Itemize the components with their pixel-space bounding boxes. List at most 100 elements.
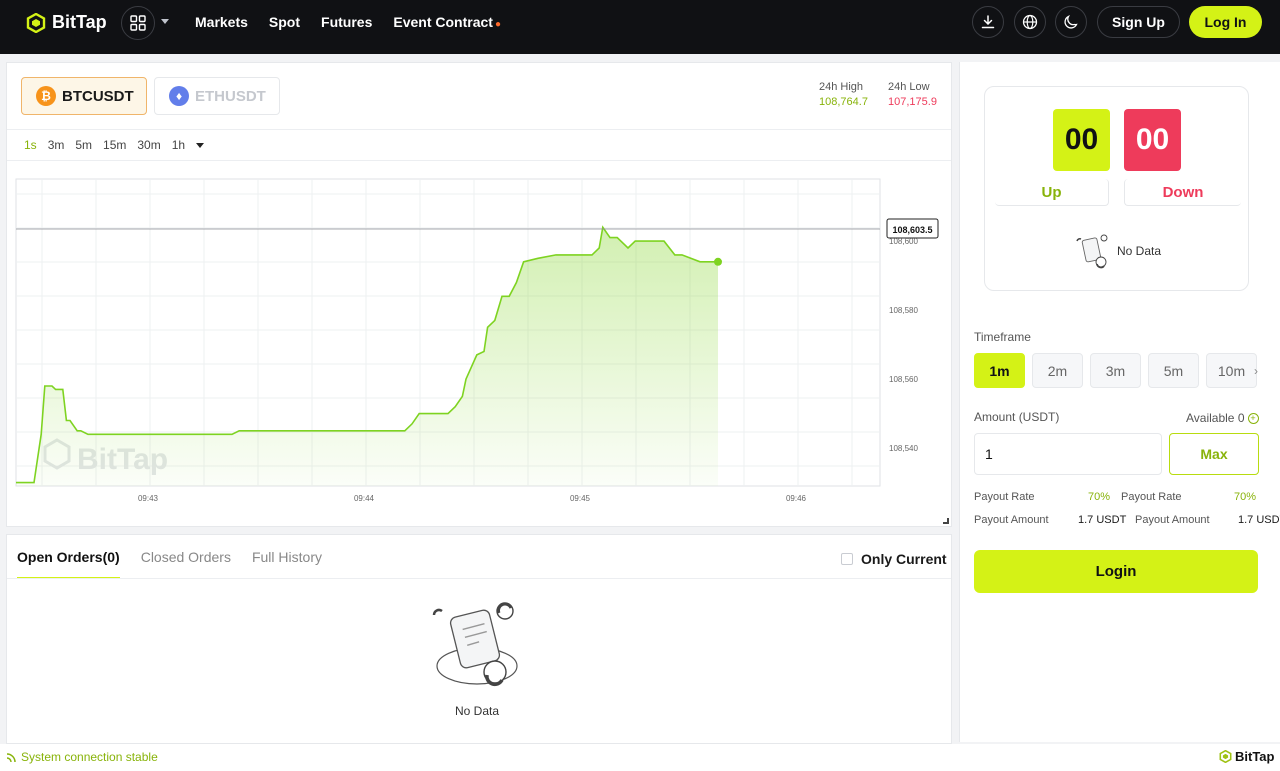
interval-15m[interactable]: 15m	[103, 138, 126, 152]
sentiment-empty-state: No Data	[1075, 233, 1161, 269]
max-button[interactable]: Max	[1169, 433, 1259, 475]
footer: System connection stable BitTap	[0, 744, 1280, 771]
bitcoin-icon: ₿	[36, 86, 56, 106]
download-icon	[981, 15, 995, 29]
tab-closed-orders[interactable]: Closed Orders	[141, 549, 231, 579]
pair-symbol: BTCUSDT	[62, 87, 134, 105]
current-price-label: 108,603.5	[892, 225, 932, 235]
apps-grid-icon	[130, 15, 146, 31]
chart-panel: ₿ BTCUSDT ♦ ETHUSDT 24h High 108,764.7 2…	[6, 62, 952, 527]
down-count: 00	[1124, 109, 1181, 171]
y-tick-label: 108,580	[889, 306, 918, 315]
only-current-label: Only Current	[861, 551, 947, 567]
nav-spot[interactable]: Spot	[269, 14, 300, 30]
footer-brand: BitTap	[1219, 749, 1274, 764]
high-24h-value: 108,764.7	[819, 96, 868, 108]
connection-status: System connection stable	[6, 750, 158, 764]
up-count: 00	[1053, 109, 1110, 171]
divider	[7, 578, 951, 579]
apps-menu-button[interactable]	[121, 6, 155, 40]
moon-icon	[1064, 15, 1078, 29]
low-24h-label: 24h Low	[888, 81, 930, 93]
price-chart[interactable]: BitTap108,603.5108,600108,580108,560108,…	[7, 163, 951, 508]
y-tick-label: 108,560	[889, 375, 918, 384]
orders-panel: Open Orders(0) Closed Orders Full Histor…	[6, 534, 952, 744]
theme-toggle-button[interactable]	[1055, 6, 1087, 38]
language-button[interactable]	[1014, 6, 1046, 38]
timeframe-selector: 1m 2m 3m 5m 10m	[974, 353, 1257, 388]
log-in-button[interactable]: Log In	[1189, 6, 1262, 38]
current-price-dot	[714, 257, 722, 266]
main-nav: Markets Spot Futures Event Contract ●	[195, 14, 501, 30]
flame-icon: ●	[494, 19, 501, 30]
nav-event-contract-label: Event Contract	[393, 14, 493, 30]
amount-input[interactable]	[974, 433, 1162, 475]
order-tabs: Open Orders(0) Closed Orders Full Histor…	[17, 549, 322, 579]
orders-empty-text: No Data	[454, 704, 500, 718]
only-current-checkbox[interactable]	[841, 553, 853, 565]
timeframe-3m[interactable]: 3m	[1090, 353, 1141, 388]
payout-amount-down-label: Payout Amount	[1135, 514, 1210, 526]
sign-up-button[interactable]: Sign Up	[1097, 6, 1180, 38]
orders-empty-state: No Data	[427, 601, 527, 718]
interval-3m[interactable]: 3m	[48, 138, 65, 152]
high-24h: 24h High 108,764.7	[819, 81, 868, 108]
x-tick-label: 09:43	[138, 494, 159, 503]
empty-document-icon	[432, 602, 518, 687]
up-label: Up	[995, 179, 1109, 206]
timeframe-2m[interactable]: 2m	[1032, 353, 1083, 388]
pair-tab-btcusdt[interactable]: ₿ BTCUSDT	[21, 77, 147, 115]
amount-label: Amount (USDT)	[974, 410, 1060, 424]
nav-event-contract[interactable]: Event Contract ●	[393, 14, 501, 30]
add-funds-icon[interactable]: +	[1247, 412, 1259, 424]
contract-panel: 00 00 Up Down No Data Timeframe 1m 2m 3m…	[959, 62, 1280, 742]
payout-amount-down-value: 1.7 USDT	[1238, 514, 1280, 526]
timeframe-1m[interactable]: 1m	[974, 353, 1025, 388]
interval-1h[interactable]: 1h	[172, 138, 185, 152]
sentiment-empty-text: No Data	[1117, 244, 1162, 258]
divider	[7, 129, 951, 130]
x-tick-label: 09:44	[354, 494, 375, 503]
x-tick-label: 09:45	[570, 494, 591, 503]
ethereum-icon: ♦	[169, 86, 189, 106]
contract-login-button[interactable]: Login	[974, 550, 1258, 593]
tab-full-history[interactable]: Full History	[252, 549, 322, 579]
connection-status-text: System connection stable	[21, 750, 158, 764]
sentiment-card: 00 00 Up Down No Data	[984, 86, 1249, 291]
divider	[7, 160, 951, 161]
y-tick-label: 108,540	[889, 444, 918, 453]
pair-tab-ethusdt[interactable]: ♦ ETHUSDT	[154, 77, 280, 115]
download-button[interactable]	[972, 6, 1004, 38]
payout-rate-up-value: 70%	[1088, 491, 1111, 503]
y-tick-label: 108,600	[889, 237, 918, 246]
bittap-logo-icon	[26, 12, 46, 33]
chevron-right-icon[interactable]: ›	[1254, 364, 1258, 378]
high-24h-label: 24h High	[819, 81, 864, 93]
apps-caret-down-icon[interactable]	[161, 19, 169, 24]
only-current-toggle[interactable]: Only Current	[841, 551, 947, 567]
bittap-logo-icon	[1219, 750, 1232, 763]
chart-resize-handle[interactable]	[943, 518, 949, 524]
interval-more-caret-icon[interactable]	[196, 143, 205, 148]
tab-open-orders[interactable]: Open Orders(0)	[17, 549, 120, 579]
brand-logo[interactable]: BitTap	[26, 12, 107, 33]
globe-icon	[1022, 14, 1038, 30]
available-balance: Available 0 +	[1186, 411, 1259, 425]
interval-30m[interactable]: 30m	[137, 138, 160, 152]
footer-brand-name: BitTap	[1235, 749, 1275, 764]
brand-name: BitTap	[52, 12, 107, 32]
interval-selector: 1s 3m 5m 15m 30m 1h	[24, 138, 205, 152]
payout-rate-up-label: Payout Rate	[974, 491, 1035, 503]
timeframe-5m[interactable]: 5m	[1148, 353, 1199, 388]
nav-markets[interactable]: Markets	[195, 14, 248, 30]
timeframe-10m[interactable]: 10m	[1206, 353, 1257, 388]
interval-5m[interactable]: 5m	[75, 138, 92, 152]
low-24h-value: 107,175.9	[888, 96, 937, 108]
timeframe-label: Timeframe	[974, 330, 1031, 344]
low-24h: 24h Low 107,175.9	[888, 81, 937, 108]
nav-futures[interactable]: Futures	[321, 14, 372, 30]
interval-1s[interactable]: 1s	[24, 138, 37, 152]
payout-amount-up-value: 1.7 USDT	[1078, 514, 1127, 526]
empty-document-icon	[1076, 234, 1108, 269]
payout-rate-down-value: 70%	[1234, 491, 1257, 503]
